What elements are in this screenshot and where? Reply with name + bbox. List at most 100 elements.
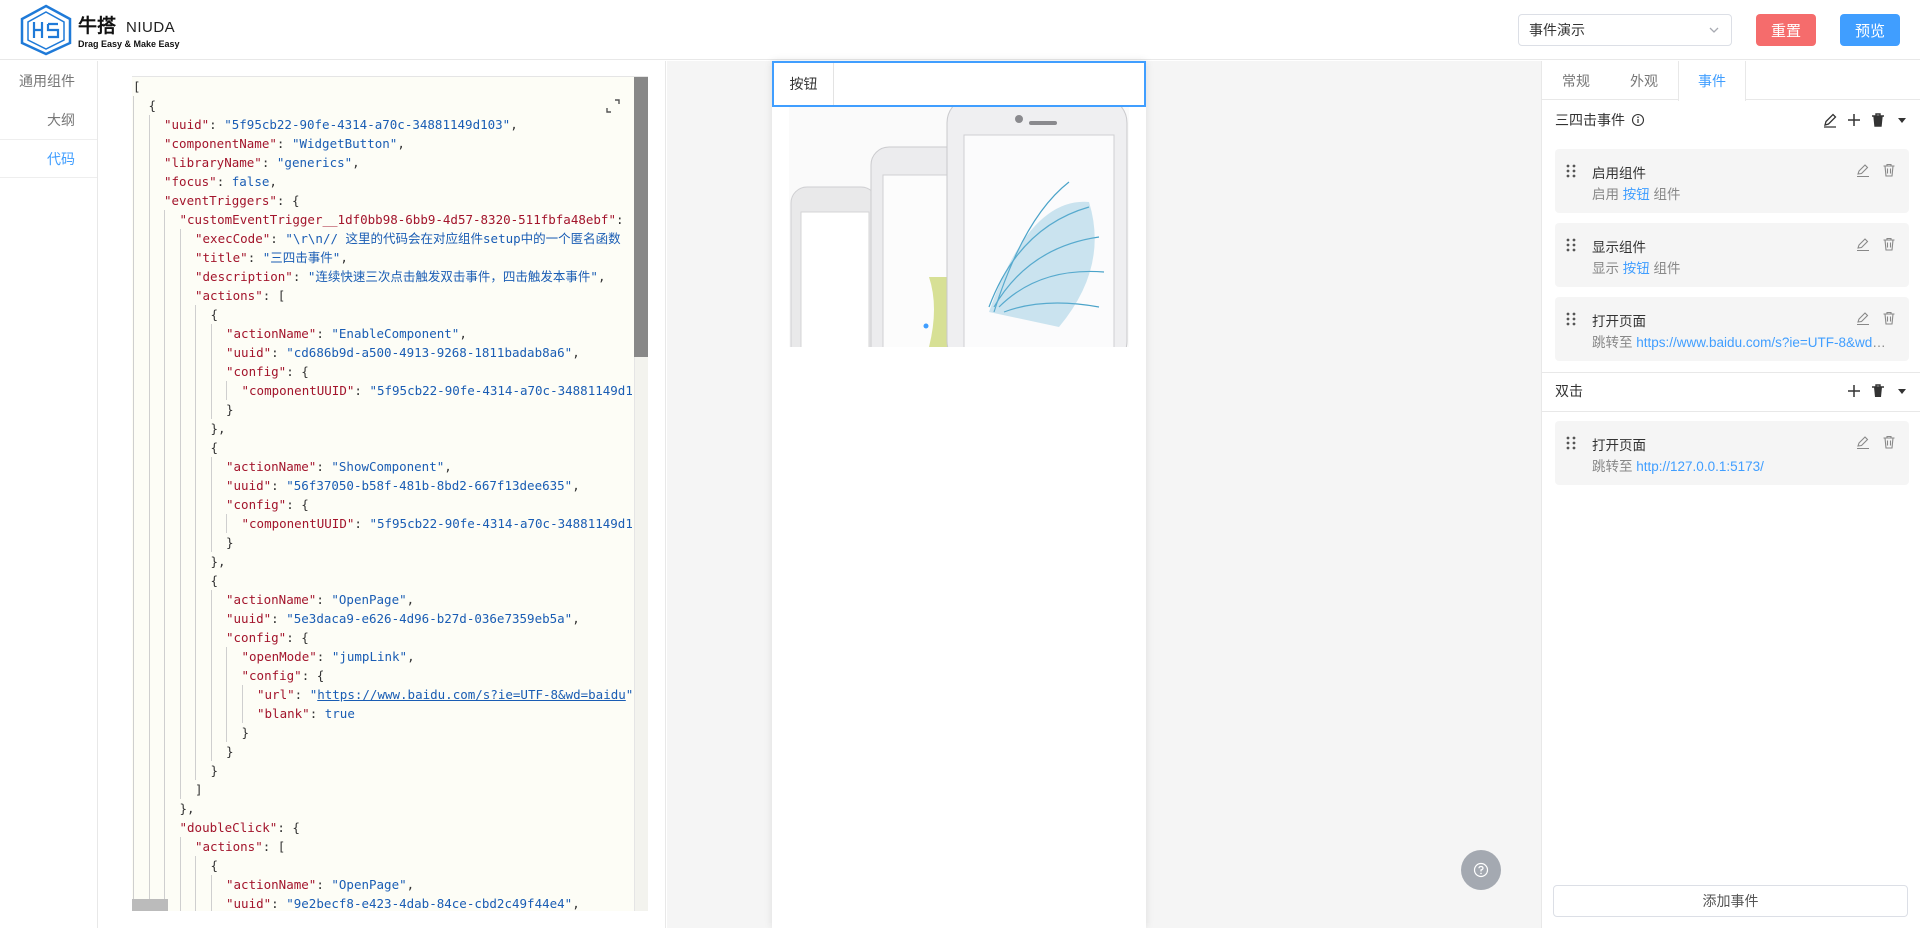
code-token: "连续快速三次点击触发双击事件，四击触发本事件" bbox=[307, 269, 598, 284]
indent-guide bbox=[164, 286, 180, 305]
drag-handle-icon[interactable] bbox=[1565, 311, 1577, 327]
code-line: "componentUUID": "5f95cb22-90fe-4314-a70… bbox=[132, 514, 632, 533]
trash-icon[interactable] bbox=[1881, 236, 1897, 252]
code-token: }, bbox=[210, 421, 226, 436]
left-nav: 通用组件 大纲 代码 bbox=[0, 61, 98, 928]
indent-guide bbox=[148, 552, 165, 571]
editor-vertical-scrollbar[interactable] bbox=[634, 77, 648, 357]
indent-guide bbox=[164, 780, 180, 799]
code-token: [ bbox=[133, 79, 141, 94]
indent-guide bbox=[241, 685, 258, 704]
image-widget[interactable] bbox=[789, 107, 1129, 347]
tab-general[interactable]: 常规 bbox=[1542, 61, 1610, 100]
add-event-button[interactable]: 添加事件 bbox=[1553, 885, 1908, 917]
page-select[interactable]: 事件演示 bbox=[1518, 14, 1732, 46]
caret-down-icon[interactable] bbox=[1893, 382, 1911, 400]
indent-guide bbox=[148, 609, 165, 628]
tab-events[interactable]: 事件 bbox=[1678, 61, 1746, 101]
tab-appearance[interactable]: 外观 bbox=[1610, 61, 1678, 100]
indent-guide bbox=[195, 324, 211, 343]
selected-button-widget[interactable]: 按钮 bbox=[772, 61, 1146, 107]
event-group-title: 双击 bbox=[1555, 383, 1583, 399]
indent-guide bbox=[164, 837, 180, 856]
indent-guide bbox=[195, 476, 211, 495]
nav-item-code[interactable]: 代码 bbox=[0, 139, 97, 178]
code-key: "blank" bbox=[257, 706, 310, 721]
action-card[interactable]: 打开页面 跳转至 http://127.0.0.1:5173/ bbox=[1555, 421, 1909, 485]
preview-button[interactable]: 预览 bbox=[1840, 14, 1900, 46]
code-token: "WidgetButton" bbox=[291, 136, 398, 151]
widget-button[interactable]: 按钮 bbox=[774, 63, 834, 105]
page-select-value: 事件演示 bbox=[1529, 22, 1585, 38]
indent-guide bbox=[179, 533, 196, 552]
indent-guide bbox=[179, 324, 196, 343]
indent-guide bbox=[133, 153, 149, 172]
code-line: { bbox=[132, 571, 632, 590]
code-token: : { bbox=[286, 497, 309, 512]
indent-guide bbox=[133, 685, 149, 704]
indent-guide bbox=[164, 495, 180, 514]
edit-icon[interactable] bbox=[1855, 236, 1871, 252]
indent-guide bbox=[148, 590, 165, 609]
action-desc-link[interactable]: https://www.baidu.com/s?ie=UTF-8&wd=baid… bbox=[1636, 335, 1892, 350]
action-desc-link[interactable]: 按钮 bbox=[1623, 187, 1650, 202]
help-button[interactable] bbox=[1461, 850, 1501, 890]
indent-guide bbox=[164, 514, 180, 533]
indent-guide bbox=[133, 476, 149, 495]
edit-icon[interactable] bbox=[1821, 111, 1839, 129]
action-card[interactable]: 显示组件 显示 按钮 组件 bbox=[1555, 223, 1909, 287]
indent-guide bbox=[148, 457, 165, 476]
code-token: , bbox=[459, 326, 467, 341]
action-card[interactable]: 打开页面 跳转至 https://www.baidu.com/s?ie=UTF-… bbox=[1555, 297, 1909, 361]
drag-handle-icon[interactable] bbox=[1565, 163, 1577, 179]
edit-icon[interactable] bbox=[1855, 434, 1871, 450]
code-token: "OpenPage" bbox=[331, 877, 407, 892]
code-content[interactable]: [{"uuid": "5f95cb22-90fe-4314-a70c-34881… bbox=[132, 77, 632, 911]
trash-icon[interactable] bbox=[1881, 310, 1897, 326]
code-editor[interactable]: [{"uuid": "5f95cb22-90fe-4314-a70c-34881… bbox=[132, 76, 648, 911]
code-line: } bbox=[132, 742, 632, 761]
indent-guide bbox=[133, 875, 149, 894]
indent-guide bbox=[148, 818, 165, 837]
indent-guide bbox=[164, 533, 180, 552]
indent-guide bbox=[148, 286, 165, 305]
indent-guide bbox=[133, 837, 149, 856]
action-desc-prefix: 跳转至 bbox=[1592, 335, 1637, 350]
trash-icon[interactable] bbox=[1881, 162, 1897, 178]
action-desc-link[interactable]: http://127.0.0.1:5173/ bbox=[1636, 459, 1764, 474]
drag-handle-icon[interactable] bbox=[1565, 435, 1577, 451]
trash-icon[interactable] bbox=[1881, 434, 1897, 450]
code-link[interactable]: https://www.baidu.com/s?ie=UTF-8&wd=baid… bbox=[317, 687, 626, 702]
editor-horizontal-scrollbar[interactable] bbox=[132, 899, 168, 911]
trash-icon[interactable] bbox=[1869, 111, 1887, 129]
edit-icon[interactable] bbox=[1855, 162, 1871, 178]
action-title: 显示组件 bbox=[1592, 240, 1646, 255]
indent-guide bbox=[179, 457, 196, 476]
action-desc-link[interactable]: 按钮 bbox=[1623, 261, 1650, 276]
indent-guide bbox=[164, 381, 180, 400]
trash-icon[interactable] bbox=[1869, 382, 1887, 400]
reset-button[interactable]: 重置 bbox=[1756, 14, 1816, 46]
code-token: : bbox=[316, 592, 332, 607]
code-line: "actions": [ bbox=[132, 837, 632, 856]
indent-guide bbox=[164, 438, 180, 457]
logo[interactable]: 牛搭 NIUDA Drag Easy & Make Easy bbox=[18, 4, 180, 56]
indent-guide bbox=[133, 495, 149, 514]
code-token: : bbox=[247, 250, 263, 265]
nav-item-outline[interactable]: 大纲 bbox=[0, 100, 97, 139]
plus-icon[interactable] bbox=[1845, 382, 1863, 400]
indent-guide bbox=[179, 362, 196, 381]
action-card[interactable]: 启用组件 启用 按钮 组件 bbox=[1555, 149, 1909, 213]
nav-item-components[interactable]: 通用组件 bbox=[0, 61, 97, 100]
indent-guide bbox=[210, 666, 227, 685]
code-line: "uuid": "cd686b9d-a500-4913-9268-1811bad… bbox=[132, 343, 632, 362]
code-token: "5e3daca9-e626-4d96-b27d-036e7359eb5a" bbox=[286, 611, 573, 626]
expand-icon[interactable] bbox=[604, 97, 622, 115]
indent-guide bbox=[179, 305, 196, 324]
drag-handle-icon[interactable] bbox=[1565, 237, 1577, 253]
caret-down-icon[interactable] bbox=[1893, 111, 1911, 129]
info-icon[interactable] bbox=[1631, 113, 1645, 127]
edit-icon[interactable] bbox=[1855, 310, 1871, 326]
plus-icon[interactable] bbox=[1845, 111, 1863, 129]
indent-guide bbox=[210, 685, 227, 704]
